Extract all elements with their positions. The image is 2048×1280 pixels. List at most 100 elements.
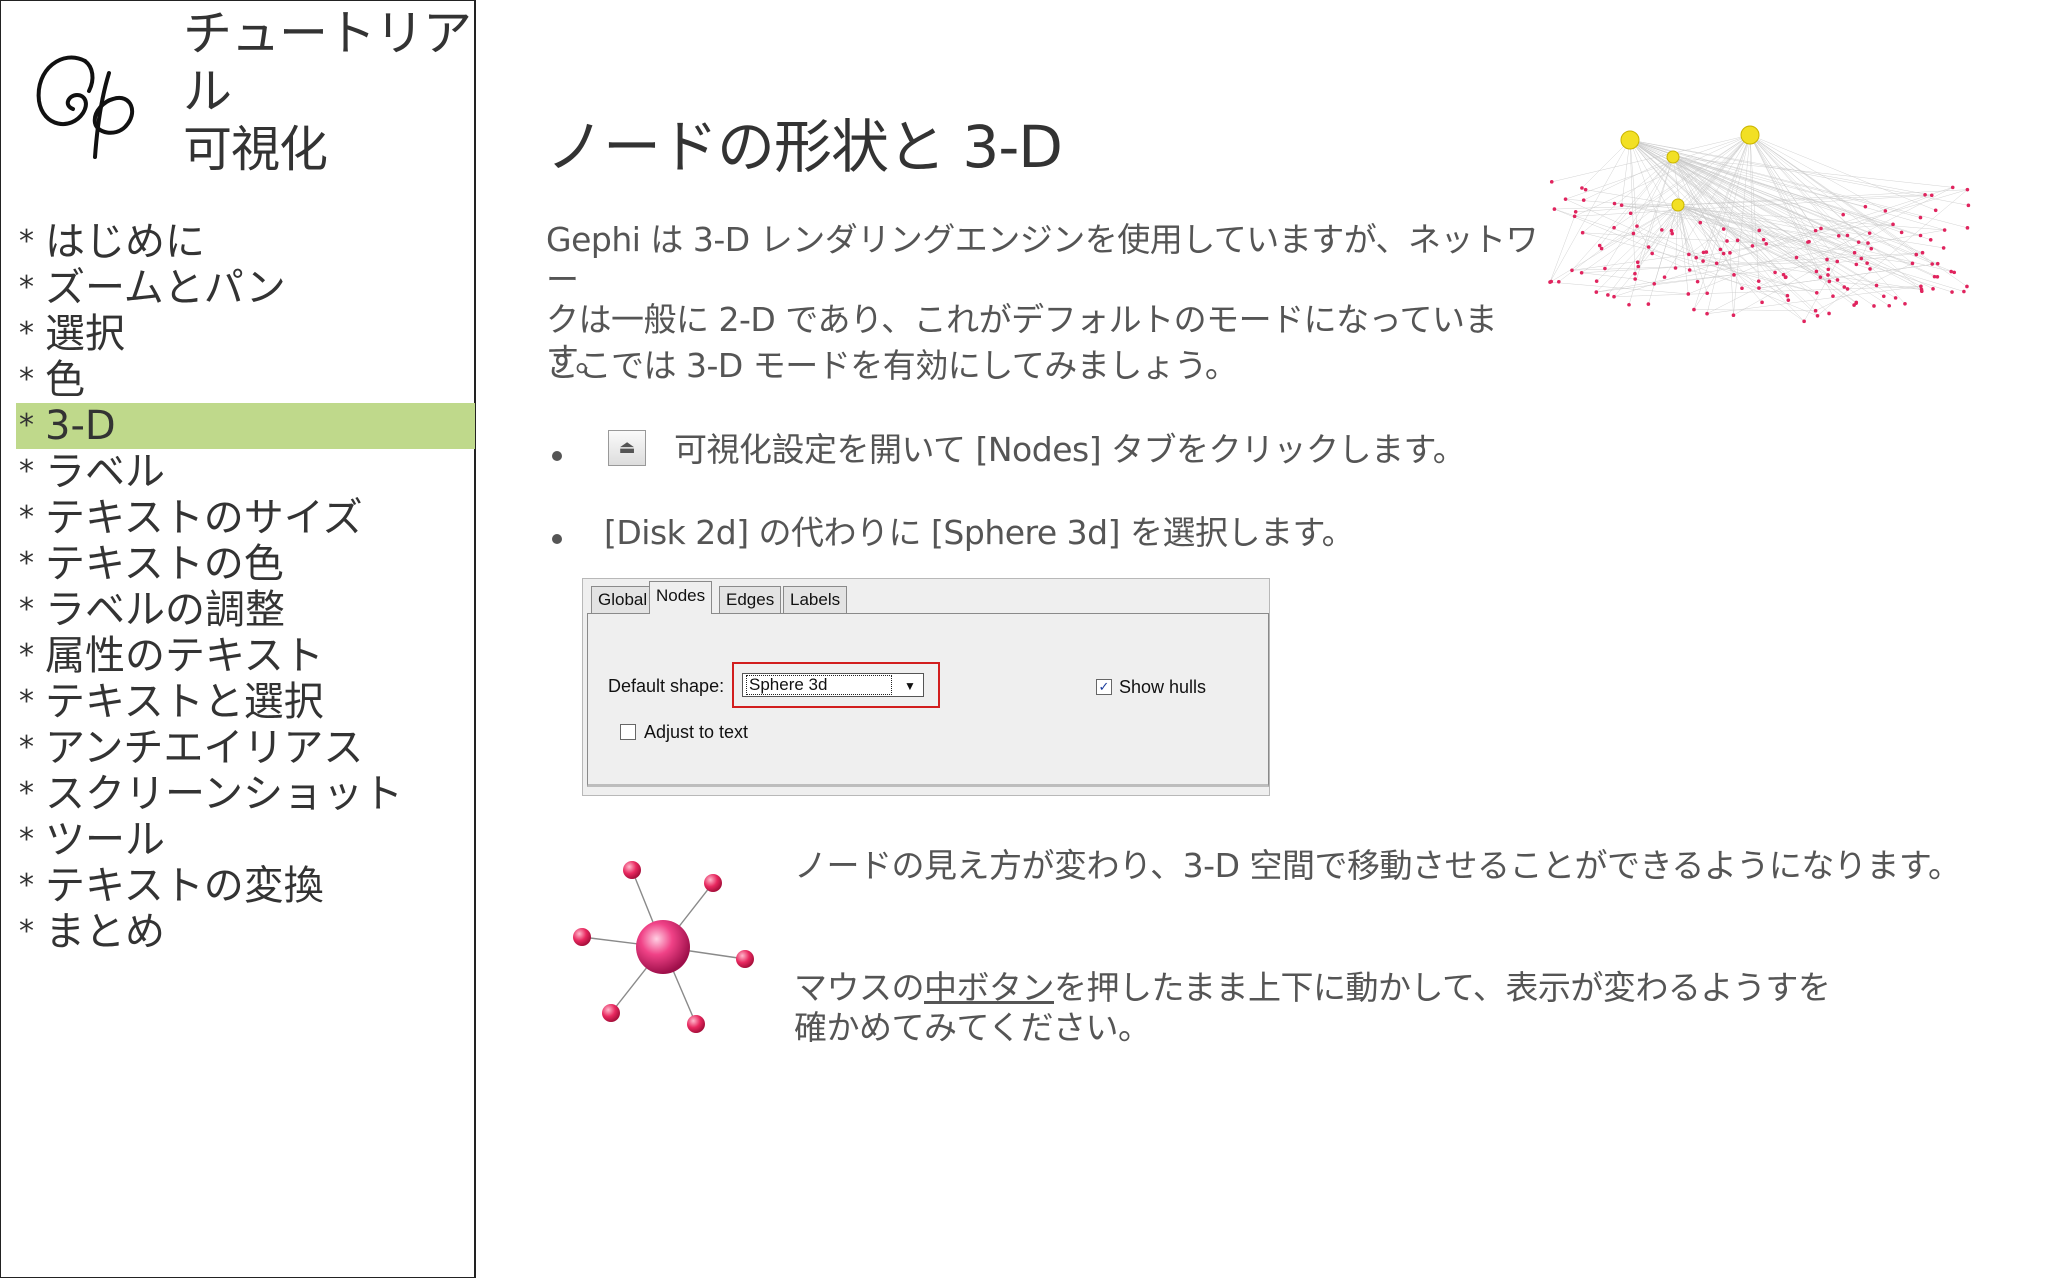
network-node (1881, 294, 1886, 299)
adjust-to-text-label: Adjust to text (644, 722, 749, 742)
show-hulls-checkbox[interactable]: ✓ (1096, 679, 1112, 695)
network-node (1652, 281, 1657, 286)
network-node (1794, 255, 1799, 260)
network-node (1705, 311, 1709, 316)
network-node (1910, 261, 1915, 266)
network-node (1842, 285, 1847, 289)
toc-item-3d[interactable]: * 3-D (16, 403, 475, 449)
network-node (1635, 224, 1639, 228)
bullet-star: * (19, 546, 34, 581)
bullet-star: * (19, 684, 34, 719)
sidebar-title: チュートリアル 可視化 (183, 5, 472, 178)
network-node (1701, 250, 1706, 255)
network-node (1835, 259, 1840, 264)
network-node (1950, 290, 1954, 294)
toc-item-tools[interactable]: * ツール (1, 817, 475, 863)
toc-item-zoom-pan[interactable]: * ズームとパン (1, 265, 475, 311)
bullet-star: * (19, 730, 34, 765)
toc-item-antialiasing[interactable]: * アンチエイリアス (1, 725, 475, 771)
network-node (1631, 231, 1636, 236)
bullet-star: * (19, 776, 34, 811)
toc-item-labels[interactable]: * ラベル (1, 449, 475, 495)
network-node (1695, 279, 1700, 284)
network-node (1859, 256, 1864, 261)
network-node (1721, 251, 1726, 256)
bullet-star: * (19, 408, 34, 443)
toc-item-label: 色 (45, 357, 85, 403)
hub-node (1740, 125, 1760, 145)
network-node (1942, 228, 1947, 232)
toc-item-text-size[interactable]: * テキストのサイズ (1, 495, 475, 541)
network-node (1580, 186, 1584, 190)
network-node (1686, 292, 1691, 296)
bullet-star: * (19, 316, 34, 351)
network-node (1869, 246, 1874, 251)
network-node (1841, 212, 1845, 217)
network-node (1872, 304, 1876, 308)
network-node (1750, 244, 1755, 248)
nodes-panel: Default shape: Sphere 3d ▼ ✓ Show hulls … (587, 613, 1269, 787)
network-node (1891, 222, 1895, 227)
network-node (1914, 252, 1919, 257)
default-shape-select[interactable]: Sphere 3d ▼ (742, 673, 924, 697)
network-node (1756, 279, 1761, 283)
network-node (1557, 279, 1561, 284)
network-node (1646, 245, 1651, 249)
toc-item-label: ラベルの調整 (45, 587, 285, 633)
network-node (1732, 273, 1736, 277)
network-node (1819, 226, 1823, 231)
network-node (1760, 300, 1764, 305)
network-node (1854, 301, 1858, 305)
network-node (1930, 262, 1935, 266)
toc-item-label: ラベル (45, 449, 165, 495)
network-node (1633, 277, 1637, 281)
network-node (1952, 270, 1957, 275)
toc-item-summary[interactable]: * まとめ (1, 909, 475, 955)
tab-global[interactable]: Global (591, 586, 655, 613)
network-node (1612, 201, 1617, 206)
toc-item-label: 属性のテキスト (45, 633, 324, 679)
network-node (1826, 273, 1830, 277)
network-node (1928, 238, 1933, 242)
toc-item-label: まとめ (45, 909, 165, 955)
toc-item-label-adjust[interactable]: * ラベルの調整 (1, 587, 475, 633)
toc-item-text-transform[interactable]: * テキストの変換 (1, 863, 475, 909)
bullet-star: * (19, 224, 34, 259)
network-node (1835, 278, 1840, 282)
network-node (1572, 214, 1577, 219)
tab-nodes[interactable]: Nodes (649, 581, 713, 614)
network-node (1965, 284, 1969, 289)
network-node (1856, 240, 1861, 244)
bullet-star: * (19, 868, 34, 903)
network-node (1552, 207, 1557, 211)
tab-edges[interactable]: Edges (719, 586, 782, 613)
toc-item-selection[interactable]: * 選択 (1, 311, 475, 357)
sidebar: チュートリアル 可視化 * はじめに * ズームとパン * 選択 * 色 * 3-D * ラ… (0, 0, 476, 1278)
bullet-star: * (19, 822, 34, 857)
adjust-to-text-checkbox[interactable] (620, 724, 636, 740)
network-node (1827, 311, 1831, 316)
toc-item-color[interactable]: * 色 (1, 357, 475, 403)
network-node (1845, 233, 1850, 238)
middle-button-link: 中ボタン (924, 968, 1055, 1007)
toc-item-text-selection[interactable]: * テキストと選択 (1, 679, 475, 725)
chevron-down-icon[interactable]: ▼ (899, 676, 921, 694)
network-node (1933, 208, 1938, 213)
toc-item-label: スクリーンショット (45, 771, 403, 817)
bullet-star: * (19, 362, 34, 397)
network-node (1757, 286, 1761, 290)
network-node (1813, 228, 1818, 233)
network-node (1650, 251, 1654, 256)
visualization-settings-icon[interactable]: ⏏ (608, 430, 646, 466)
toc-item-label: テキストのサイズ (45, 495, 363, 541)
toc-item-intro[interactable]: * はじめに (1, 219, 475, 265)
tab-labels[interactable]: Labels (783, 586, 848, 613)
network-node (1950, 185, 1955, 190)
network-node (1887, 303, 1892, 308)
toc-item-text-color[interactable]: * テキストの色 (1, 541, 475, 587)
toc-item-attribute-text[interactable]: * 属性のテキスト (1, 633, 475, 679)
network-node (1718, 247, 1723, 252)
network-node (1932, 274, 1937, 279)
network-node (1903, 302, 1907, 306)
toc-item-screenshot[interactable]: * スクリーンショット (1, 771, 475, 817)
